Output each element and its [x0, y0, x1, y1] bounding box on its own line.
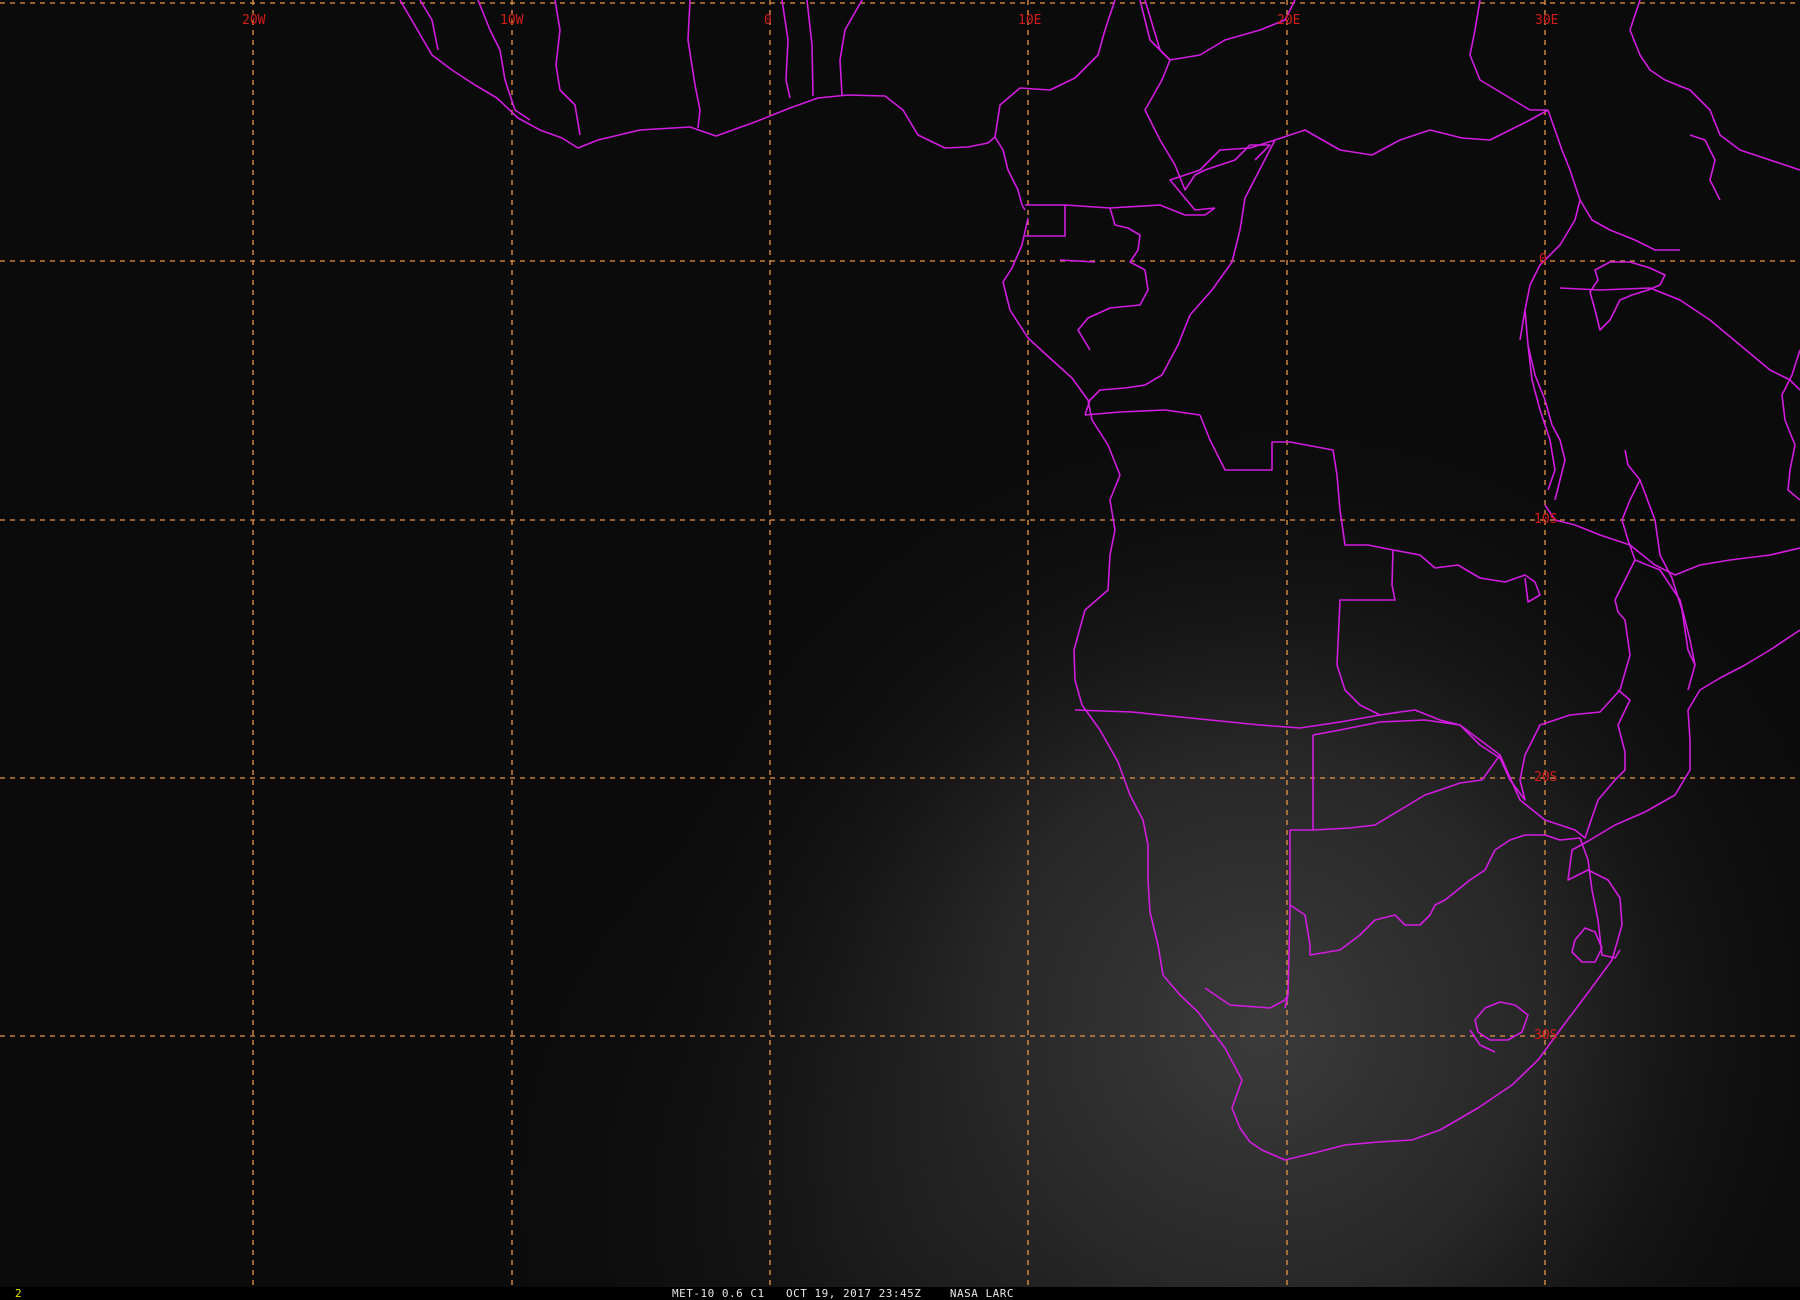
image-time: 23:45Z	[878, 1287, 922, 1300]
map-canvas: 20W 10W 0 10E 20E 30E 0 10S 20S 30S	[0, 0, 1800, 1287]
lon-label-30e: 30E	[1535, 13, 1558, 28]
image-source: NASA LARC	[949, 1287, 1014, 1300]
lon-label-20e: 20E	[1277, 13, 1300, 28]
frame-number: 2	[15, 1287, 22, 1300]
image-date: OCT 19, 2017	[786, 1287, 872, 1300]
lat-label-0: 0	[1539, 252, 1547, 267]
lon-label-20w: 20W	[242, 13, 266, 28]
channel-name: 0.6 C1	[721, 1287, 765, 1300]
sunglint-glow	[0, 0, 1800, 1287]
image-caption: MET-10 0.6 C1 OCT 19, 2017 23:45Z NASA L…	[672, 1287, 1014, 1300]
lat-label-20s: 20S	[1534, 770, 1557, 785]
lat-label-10s: 10S	[1534, 512, 1557, 527]
satellite-name: MET-10	[672, 1287, 715, 1300]
lon-label-10e: 10E	[1018, 13, 1041, 28]
lon-label-0: 0	[764, 13, 772, 28]
lon-label-10w: 10W	[500, 13, 524, 28]
lat-label-30s: 30S	[1534, 1028, 1557, 1043]
status-bar: 2 MET-10 0.6 C1 OCT 19, 2017 23:45Z NASA…	[0, 1287, 1800, 1300]
satellite-image-frame: 20W 10W 0 10E 20E 30E 0 10S 20S 30S	[0, 0, 1800, 1287]
